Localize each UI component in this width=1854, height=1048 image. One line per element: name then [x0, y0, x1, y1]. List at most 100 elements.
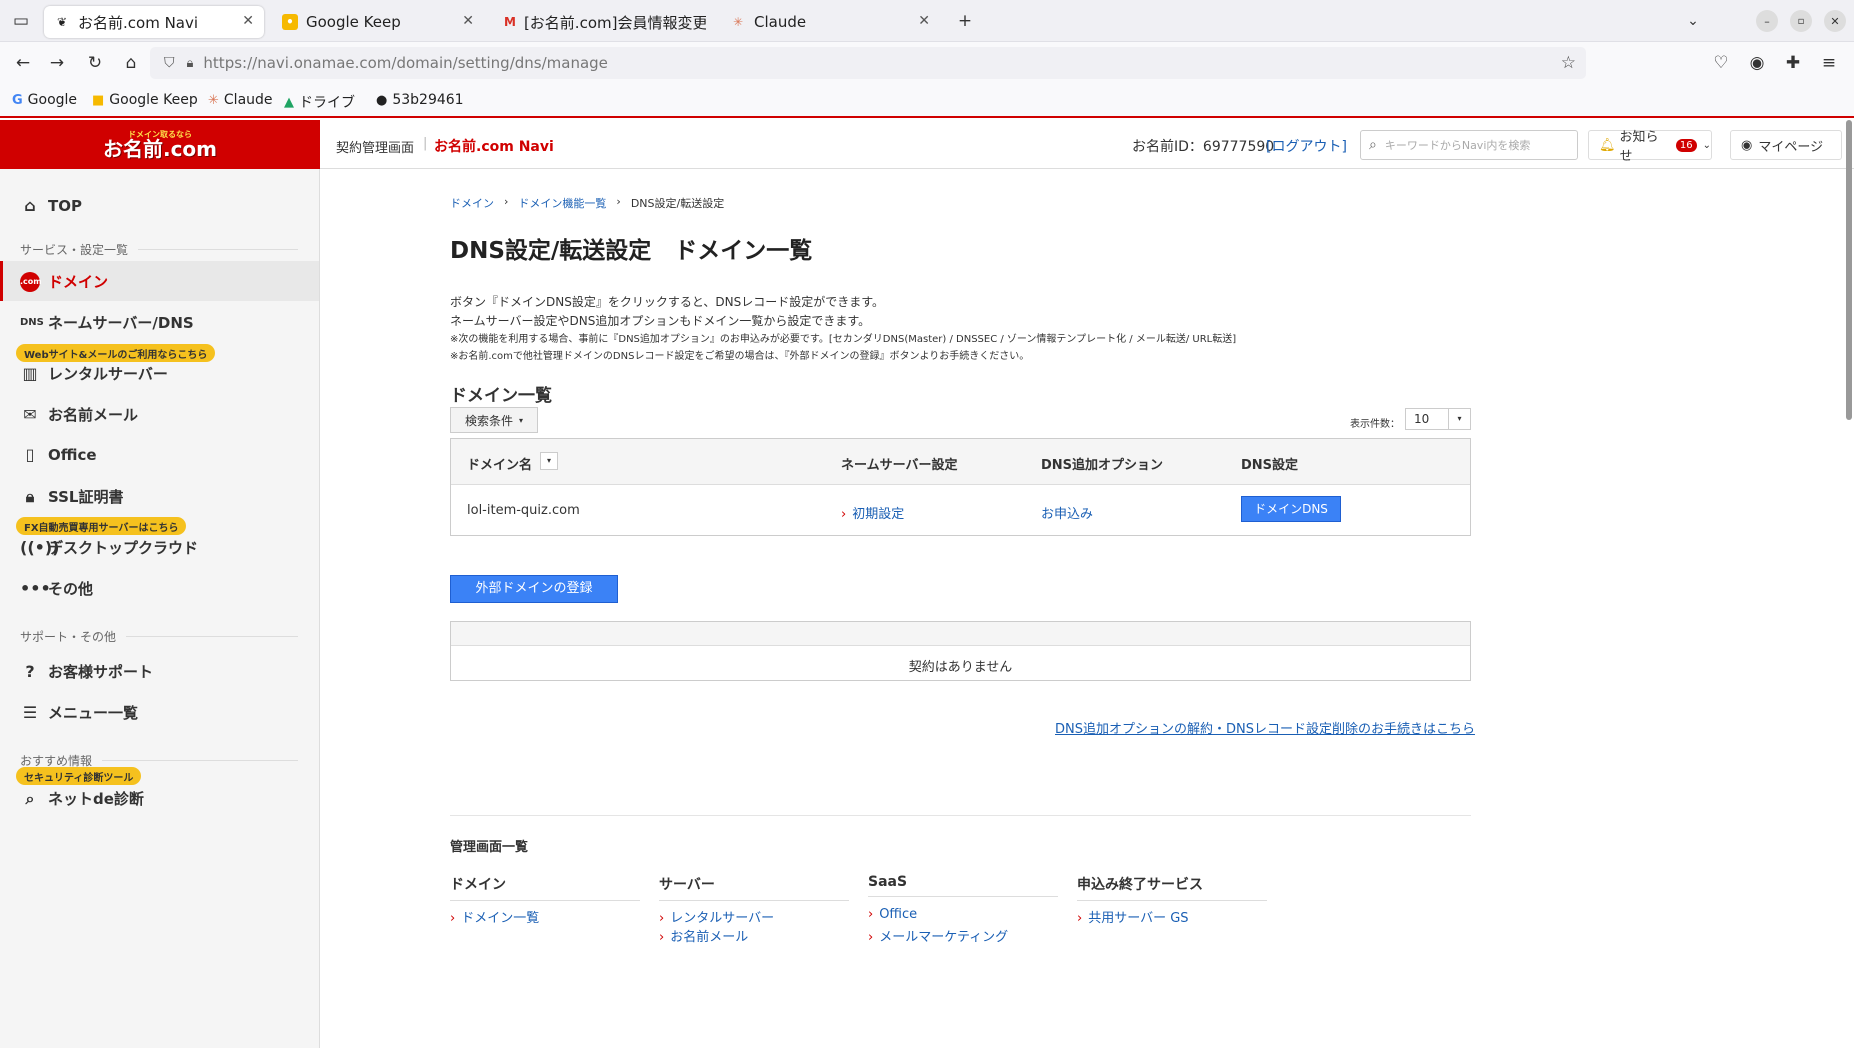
- security-promo-pill[interactable]: セキュリティ診断ツール: [16, 767, 142, 785]
- extensions-icon[interactable]: ✚: [1780, 50, 1806, 76]
- search-box[interactable]: ⌕ キーワードからNavi内を検索: [1360, 130, 1578, 160]
- claude-favicon-icon: ✳: [732, 15, 744, 29]
- cancel-option-link[interactable]: DNS追加オプションの解約・DNSレコード設定削除のお手続きはこちら: [1055, 718, 1475, 737]
- footer-link-mail-marketing[interactable]: メールマーケティング: [868, 926, 1008, 945]
- notice-count-badge: 16: [1675, 138, 1697, 152]
- tab-overflow-icon[interactable]: ⌄: [1680, 8, 1706, 34]
- footer-link-domain-list[interactable]: ドメイン一覧: [450, 907, 539, 926]
- sidebar-item-nameserver[interactable]: DNS ネームサーバー/DNS: [20, 312, 194, 333]
- dns-option-link[interactable]: お申込み: [1041, 503, 1093, 522]
- bookmark-drive[interactable]: ▲ ドライブ: [284, 92, 355, 112]
- sidebar-item-net[interactable]: ⌕ ネットde診断: [20, 788, 144, 809]
- page: ドメイン取るなら お名前.com 契約管理画面 | お名前.com Navi お…: [0, 120, 1854, 1048]
- note-line: ※次の機能を利用する場合、事前に『DNS追加オプション』のお申込みが必要です。[…: [450, 334, 1237, 345]
- sidebar-item-rental[interactable]: ▥ レンタルサーバー: [20, 363, 167, 384]
- domain-dns-button[interactable]: ドメインDNS: [1241, 496, 1341, 522]
- sidebar-section-services: サービス・設定一覧: [20, 241, 298, 258]
- header-contract-link[interactable]: 契約管理画面: [336, 137, 414, 156]
- gmail-favicon-icon: M: [504, 15, 516, 29]
- external-domain-table: 契約はありません: [450, 621, 1471, 681]
- tab-onamae[interactable]: ❦ お名前.com Navi ✕: [44, 6, 264, 38]
- footer-link-gs[interactable]: 共用サーバー GS: [1077, 907, 1188, 926]
- logout-link[interactable]: [ログアウト]: [1266, 136, 1347, 156]
- help-icon: ?: [25, 662, 35, 681]
- home-icon[interactable]: ⌂: [118, 50, 144, 76]
- header-app-name: お名前.com Navi: [434, 139, 554, 155]
- nameserver-link[interactable]: › 初期設定: [841, 503, 904, 522]
- tab-claude[interactable]: ✳ Claude ✕: [720, 6, 940, 38]
- footer-link-office[interactable]: Office: [868, 907, 917, 922]
- minimize-icon[interactable]: –: [1756, 10, 1778, 32]
- account-icon[interactable]: ◉: [1744, 50, 1770, 76]
- footer-link-rental[interactable]: レンタルサーバー: [659, 907, 774, 926]
- list-title: ドメイン一覧: [450, 386, 552, 406]
- bookmark-github[interactable]: ● 53b29461: [376, 92, 464, 108]
- bookmark-star-icon[interactable]: ☆: [1561, 53, 1576, 73]
- dns-icon: DNS: [20, 317, 44, 328]
- office-icon: ▯: [25, 445, 35, 464]
- new-tab-icon[interactable]: +: [952, 8, 978, 34]
- footer-links: ドメイン ドメイン一覧 サーバー レンタルサーバー お名前メール SaaS Of…: [450, 874, 1471, 954]
- breadcrumb-domain[interactable]: ドメイン: [450, 195, 494, 211]
- sidebar-item-label: お名前メール: [48, 406, 139, 424]
- sidebar-item-label: ネームサーバー/DNS: [48, 314, 194, 332]
- close-icon[interactable]: ✕: [242, 13, 254, 29]
- github-icon: ●: [376, 92, 388, 108]
- sidebar-item-mail[interactable]: ✉ お名前メール: [20, 404, 138, 425]
- tab-list-icon[interactable]: ▭: [8, 8, 34, 34]
- notice-label: お知らせ: [1619, 130, 1659, 164]
- notice-button[interactable]: 🔔︎ お知らせ 16 ⌄: [1588, 130, 1712, 164]
- description-line: ネームサーバー設定やDNS追加オプションもドメイン一覧から設定できます。: [450, 314, 871, 328]
- filter-button[interactable]: 検索条件 ▾: [450, 407, 538, 433]
- claude-icon: ✳: [208, 92, 219, 108]
- footer-link-mail[interactable]: お名前メール: [659, 926, 748, 945]
- header-divider: |: [423, 136, 428, 151]
- breadcrumb-domain-functions[interactable]: ドメイン機能一覧: [518, 195, 606, 211]
- bookmark-keep[interactable]: ■ Google Keep: [92, 92, 198, 108]
- shield-icon: ⛉: [164, 55, 175, 71]
- fx-promo-pill[interactable]: FX自動売買専用サーバーはこちら: [16, 517, 187, 535]
- search-input[interactable]: キーワードからNavi内を検索: [1385, 137, 1531, 153]
- tab-title: [お名前.com]会員情報変更: [523, 13, 706, 32]
- sidebar-item-menu[interactable]: ☰ メニュー一覧: [20, 702, 138, 723]
- sidebar-item-desktop[interactable]: ((•)) デスクトップクラウド: [20, 537, 198, 558]
- sidebar-item-support[interactable]: ? お客様サポート: [20, 661, 153, 682]
- domain-name: lol-item-quiz.com: [467, 503, 580, 518]
- close-icon[interactable]: ✕: [462, 13, 474, 29]
- footer-title: 管理画面一覧: [450, 840, 529, 855]
- onamae-logo[interactable]: ドメイン取るなら お名前.com: [0, 120, 320, 169]
- external-domain-button[interactable]: 外部ドメインの登録: [450, 575, 618, 603]
- forward-icon[interactable]: →: [44, 50, 70, 76]
- sidebar-item-office[interactable]: ▯ Office: [20, 445, 97, 464]
- reload-icon[interactable]: ↻: [82, 50, 108, 76]
- sidebar-item-other[interactable]: ••• その他: [20, 578, 93, 599]
- browser-tab-bar: ▭ ❦ お名前.com Navi ✕ • Google Keep ✕ M [お名…: [0, 0, 1854, 42]
- rental-promo-pill[interactable]: Webサイト&メールのご利用ならこちら: [16, 344, 216, 362]
- tab-gmail[interactable]: M [お名前.com]会員情報変更: [494, 6, 706, 38]
- sidebar-section-support: サポート・その他: [20, 628, 298, 645]
- mypage-button[interactable]: ◉ マイページ: [1730, 130, 1842, 160]
- menu-icon[interactable]: ≡: [1816, 50, 1842, 76]
- bookmark-google[interactable]: G Google: [12, 92, 77, 108]
- close-icon[interactable]: ✕: [918, 13, 930, 29]
- maximize-icon[interactable]: ▫: [1790, 10, 1812, 32]
- back-icon[interactable]: ←: [10, 50, 36, 76]
- per-page-select[interactable]: 10 ▾: [1405, 408, 1471, 430]
- footer-category-ended: 申込み終了サービス: [1077, 874, 1267, 901]
- bookmark-claude[interactable]: ✳ Claude: [208, 92, 273, 108]
- bell-icon: 🔔︎: [1599, 137, 1616, 153]
- url-bar[interactable]: ⛉ 🔒︎ https://navi.onamae.com/domain/sett…: [150, 47, 1586, 79]
- chevron-down-icon: ▾: [519, 415, 524, 425]
- tab-keep[interactable]: • Google Keep ✕: [272, 6, 484, 38]
- scrollbar[interactable]: [1846, 120, 1852, 420]
- section-label: サポート・その他: [20, 630, 117, 644]
- sidebar-item-top[interactable]: ⌂ TOP: [20, 196, 82, 215]
- sort-icon[interactable]: ▾: [540, 452, 558, 470]
- nameserver-label: 初期設定: [852, 507, 905, 522]
- footer-divider: [450, 815, 1471, 816]
- sidebar-item-ssl[interactable]: 🔒︎ SSL証明書: [20, 486, 124, 507]
- sidebar-item-domain[interactable]: .com ドメイン: [20, 271, 108, 292]
- window-close-icon[interactable]: ✕: [1824, 10, 1846, 32]
- filter-label: 検索条件: [464, 413, 513, 428]
- pocket-icon[interactable]: ♡: [1708, 50, 1734, 76]
